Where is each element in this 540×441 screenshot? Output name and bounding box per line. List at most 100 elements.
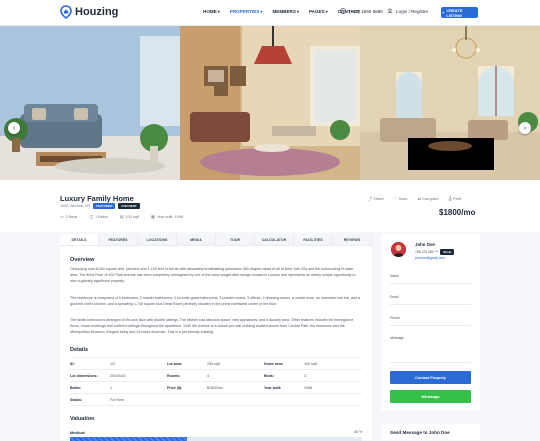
house-pin-icon: [60, 5, 72, 19]
gallery-next-button[interactable]: ›: [519, 122, 531, 134]
baths-feature: ◫ 1 Baths: [89, 214, 108, 220]
chevron-left-icon: ‹: [12, 124, 16, 132]
chevron-down-icon: ▾: [325, 9, 328, 14]
main-nav: HOME▾ PROPERTIES▾ MEMBERS▾ PAGES▾ CONTAC…: [203, 9, 360, 14]
overview-paragraph-3: The lavish bedroom is arranged on its ow…: [70, 318, 354, 334]
tab-media[interactable]: MEDIA: [177, 234, 216, 245]
login-label: Login / Register: [396, 8, 429, 14]
year-feature: ▦ Year built: 1998: [151, 214, 183, 220]
property-title: Luxury Family Home: [60, 194, 134, 203]
email-field-underline: [390, 304, 471, 305]
email-field[interactable]: Email: [390, 295, 398, 299]
nav-members[interactable]: MEMBERS▾: [272, 9, 299, 14]
details-row: Lot dimensions: 20x20x20 Rooms: 4 Beds: 3: [70, 370, 362, 382]
share-button[interactable]: ⤴ Share: [368, 196, 384, 202]
message-field-underline: [390, 362, 471, 363]
compare-icon: ⇄: [417, 196, 422, 201]
header-phone[interactable]: (+88) 1990 6886: [340, 8, 383, 14]
gallery-image-sitting-room[interactable]: [360, 26, 540, 180]
details-tabs: DETAILS FEATURES LOCATIONS MEDIA TOUR CA…: [60, 234, 372, 246]
compare-button[interactable]: ⇄ Compare: [418, 196, 439, 202]
gallery-image-living-room[interactable]: [0, 26, 180, 180]
valuation-progress-bar: [70, 437, 362, 441]
featured-badge: FEATURED: [93, 203, 116, 209]
property-actions: ⤴ Share ♡ Save ⇄ Compare ⎙ Print: [368, 196, 461, 202]
overview-paragraph-2: The residence is comprised of 5 bedrooms…: [70, 296, 360, 306]
tab-calculator[interactable]: CALCULATOR: [255, 234, 294, 245]
lounge-illustration: [180, 26, 360, 180]
living-room-illustration: [0, 26, 180, 180]
property-gallery[interactable]: ‹ ›: [0, 26, 540, 180]
show-phone-button[interactable]: Show: [440, 249, 455, 255]
agent-phone-row: +88 123 456 *** Show: [415, 249, 455, 255]
ruler-icon: ▤: [119, 215, 124, 219]
valuation-progress-fill: [70, 437, 187, 441]
valuation-label: Medical: [70, 430, 85, 435]
tab-tour[interactable]: TOUR: [216, 234, 255, 245]
chevron-down-icon: ▾: [296, 9, 299, 14]
message-field[interactable]: Message: [390, 336, 404, 340]
agent-photo-icon: [391, 242, 406, 257]
details-row: Status: For Rent: [70, 394, 362, 406]
printer-icon: ⎙: [448, 196, 452, 201]
property-details-card: DETAILS FEATURES LOCATIONS MEDIA TOUR CA…: [60, 234, 372, 440]
phone-field[interactable]: Phone: [390, 316, 400, 320]
property-address-row: 1092 Vail Ave, NY FEATURED FOR RENT: [60, 203, 140, 209]
send-message-title: Send Message to John Doe: [390, 430, 450, 435]
phone-icon: [340, 8, 346, 14]
whatsapp-button[interactable]: Whatsapp: [390, 390, 471, 403]
agent-avatar: [391, 242, 406, 257]
valuation-title: Valuation: [70, 416, 95, 422]
sitting-room-illustration: [360, 26, 540, 180]
details-grid: ID: 1/2 Lot area: 250 sqft Home area: 100 s…: [70, 358, 362, 406]
save-button[interactable]: ♡ Save: [394, 196, 408, 202]
overview-paragraph-1: Occupying over 8,000 square feet, perche…: [70, 267, 356, 283]
agent-email[interactable]: johndoe@gmail.com: [415, 256, 445, 260]
gallery-prev-button[interactable]: ‹: [8, 122, 20, 134]
tab-features[interactable]: FEATURES: [99, 234, 138, 245]
user-icon: [387, 8, 393, 14]
tab-reviews[interactable]: REVIEWS: [333, 234, 372, 245]
overview-title: Overview: [70, 257, 95, 263]
phone-field-underline: [390, 325, 471, 326]
phone-number: (+88) 1990 6886: [349, 8, 383, 14]
beds-feature: ▭ 3 Beds: [60, 214, 78, 220]
chevron-right-icon: ›: [523, 124, 527, 132]
brand-logo[interactable]: Houzing: [60, 5, 118, 19]
tab-facilities[interactable]: FACILITIES: [294, 234, 333, 245]
top-navigation-bar: Houzing HOME▾ PROPERTIES▾ MEMBERS▾ PAGES…: [0, 0, 540, 26]
nav-home[interactable]: HOME▾: [203, 9, 220, 14]
heart-icon: ♡: [393, 196, 398, 201]
name-field[interactable]: Name: [390, 274, 399, 278]
contact-property-button[interactable]: Contact Property: [390, 371, 471, 384]
send-message-card: Send Message to John Doe: [381, 424, 480, 440]
brand-name: Houzing: [75, 6, 119, 18]
details-title: Details: [70, 347, 89, 353]
chevron-down-icon: ▾: [260, 9, 263, 14]
gallery-image-bedroom-lounge[interactable]: [180, 26, 360, 180]
bath-icon: ◫: [89, 215, 94, 219]
status-badge: FOR RENT: [118, 203, 140, 209]
chevron-down-icon: ▾: [217, 9, 220, 14]
name-field-underline: [390, 283, 471, 284]
agent-name: John Doe: [415, 242, 436, 247]
details-row: ID: 1/2 Lot area: 250 sqft Home area: 100 s…: [70, 358, 362, 370]
property-features: ▭ 3 Beds ◫ 1 Baths ▤ 100 sqft ▦ Year built: …: [60, 214, 183, 220]
property-price: $1800/mo: [439, 208, 476, 217]
tab-locations[interactable]: LOCATIONS: [138, 234, 177, 245]
property-address: 1092 Vail Ave, NY: [60, 204, 91, 208]
login-register-link[interactable]: Login / Register: [387, 8, 428, 14]
nav-pages[interactable]: PAGES▾: [309, 9, 328, 14]
create-listing-button[interactable]: + CREATE LISTING: [441, 7, 478, 18]
print-button[interactable]: ⎙ Print: [449, 196, 462, 202]
agent-contact-card: John Doe +88 123 456 *** Show johndoe@gm…: [381, 234, 480, 410]
bed-icon: ▭: [60, 215, 64, 219]
tab-details[interactable]: DETAILS: [60, 234, 99, 245]
valuation-percent: 40 %: [354, 430, 363, 434]
agent-phone: +88 123 456 ***: [415, 250, 439, 254]
nav-properties[interactable]: PROPERTIES▾: [230, 9, 263, 14]
area-feature: ▤ 100 sqft: [119, 214, 140, 220]
share-icon: ⤴: [368, 196, 372, 201]
plus-icon: +: [442, 10, 445, 15]
details-row: Baths: 1 Price ($): $1800/mo Year built: 19…: [70, 382, 362, 394]
